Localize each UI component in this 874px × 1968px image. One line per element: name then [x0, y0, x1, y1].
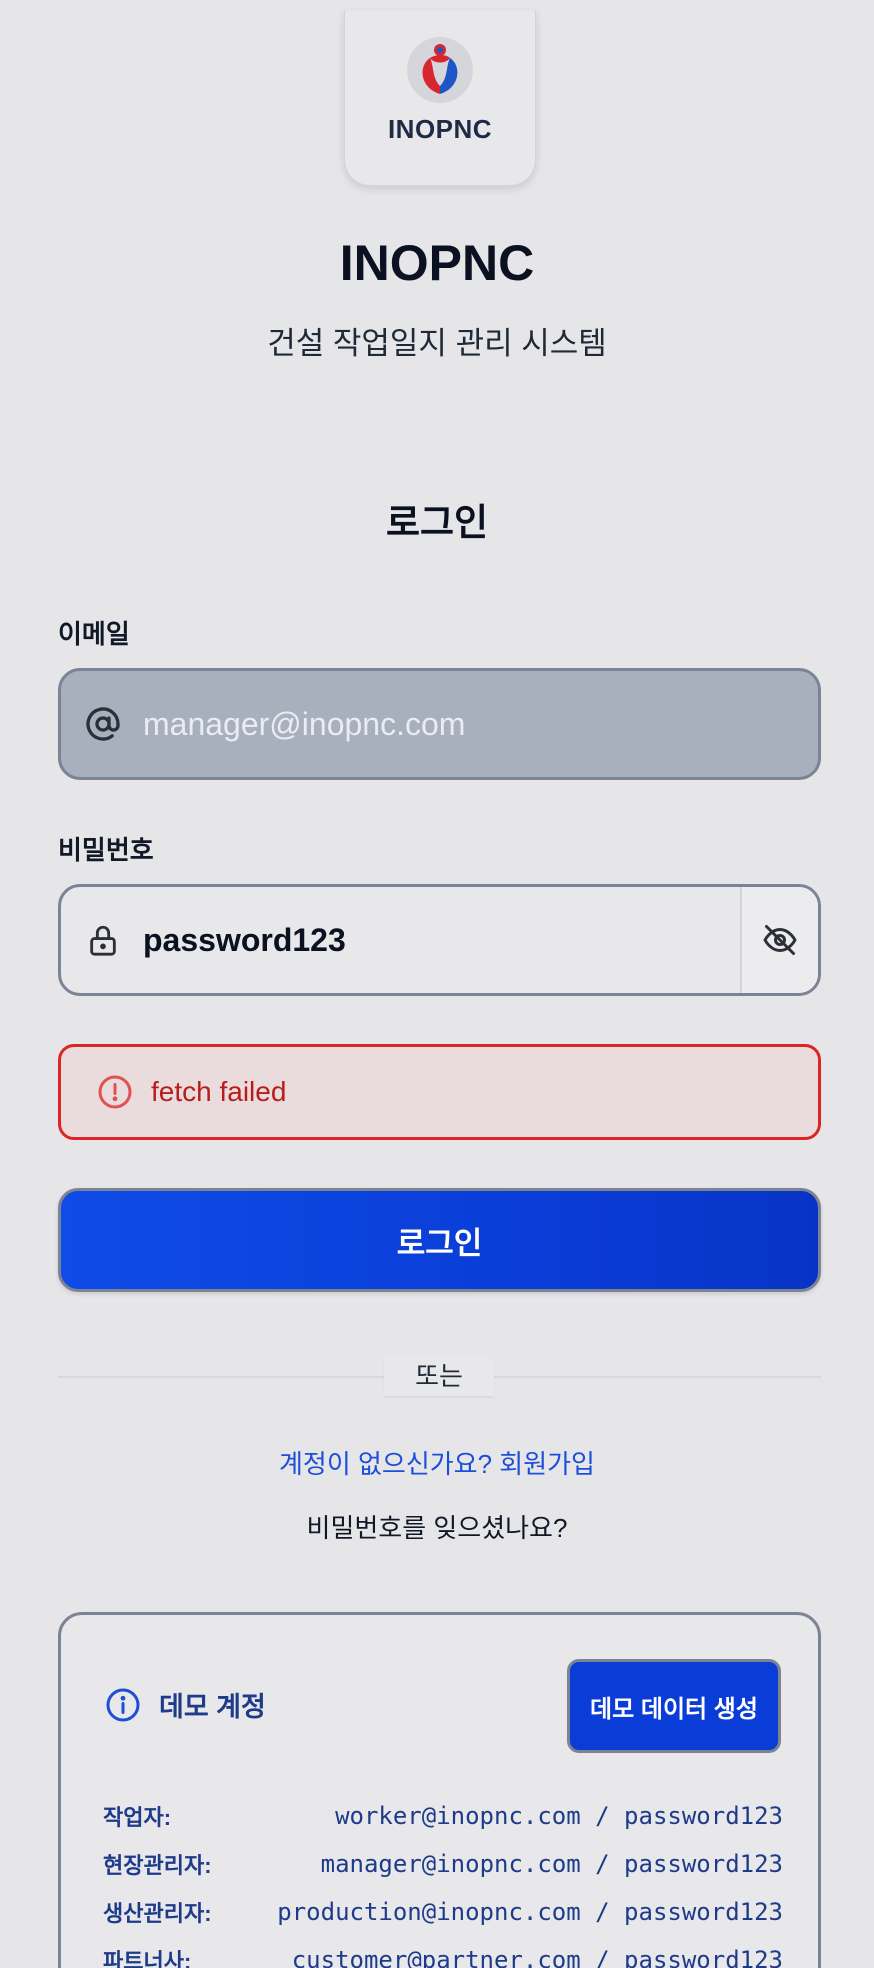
- email-field-container[interactable]: [58, 668, 821, 780]
- password-label: 비밀번호: [58, 835, 154, 865]
- eye-off-icon: [763, 925, 797, 955]
- demo-account-row: 현장관리자: manager@inopnc.com / password123: [103, 1849, 783, 1879]
- app-title: INOPNC: [339, 235, 535, 291]
- login-button[interactable]: 로그인: [58, 1188, 821, 1292]
- error-alert: fetch failed: [58, 1044, 821, 1140]
- logo-card: INOPNC: [344, 10, 536, 186]
- demo-account-role: 파트너사:: [103, 1949, 192, 1968]
- email-input[interactable]: [143, 671, 818, 777]
- password-input[interactable]: [143, 887, 740, 993]
- generate-demo-data-button[interactable]: 데모 데이터 생성: [567, 1659, 781, 1753]
- forgot-password-link[interactable]: 비밀번호를 잊으셨나요?: [0, 1508, 874, 1545]
- login-page: INOPNC INOPNC 건설 작업일지 관리 시스템 로그인 이메일 비밀번…: [0, 0, 874, 1968]
- demo-accounts-card: 데모 계정 데모 데이터 생성 작업자: worker@inopnc.com /…: [58, 1612, 821, 1968]
- inopnc-logo-icon: [407, 37, 473, 103]
- demo-account-role: 생산관리자:: [103, 1901, 212, 1926]
- password-field-container[interactable]: [58, 884, 821, 996]
- app-subtitle: 건설 작업일지 관리 시스템: [267, 326, 607, 361]
- divider-text: 또는: [384, 1356, 494, 1396]
- demo-account-role: 현장관리자:: [103, 1853, 212, 1878]
- demo-account-row: 작업자: worker@inopnc.com / password123: [103, 1801, 783, 1831]
- error-message: fetch failed: [151, 1076, 287, 1107]
- demo-account-credential: manager@inopnc.com / password123: [320, 1850, 783, 1878]
- demo-header: 데모 계정: [105, 1685, 266, 1724]
- demo-account-credential: worker@inopnc.com / password123: [335, 1802, 783, 1830]
- demo-account-credential: production@inopnc.com / password123: [277, 1898, 783, 1926]
- lock-icon: [85, 922, 121, 958]
- alert-circle-icon: [98, 1075, 132, 1109]
- demo-account-row: 파트너사: customer@partner.com / password123: [103, 1945, 783, 1968]
- toggle-password-visibility-button[interactable]: [740, 887, 818, 993]
- logo-text: INOPNC: [387, 114, 493, 144]
- demo-account-role: 작업자:: [103, 1805, 172, 1830]
- demo-title: 데모 계정: [159, 1692, 266, 1722]
- demo-account-row: 생산관리자: production@inopnc.com / password1…: [103, 1897, 783, 1927]
- signup-link[interactable]: 계정이 없으신가요? 회원가입: [0, 1444, 874, 1481]
- info-icon: [106, 1688, 140, 1721]
- at-sign-icon: [85, 706, 121, 742]
- login-heading: 로그인: [385, 502, 489, 543]
- demo-account-credential: customer@partner.com / password123: [291, 1946, 783, 1968]
- email-label: 이메일: [58, 619, 130, 649]
